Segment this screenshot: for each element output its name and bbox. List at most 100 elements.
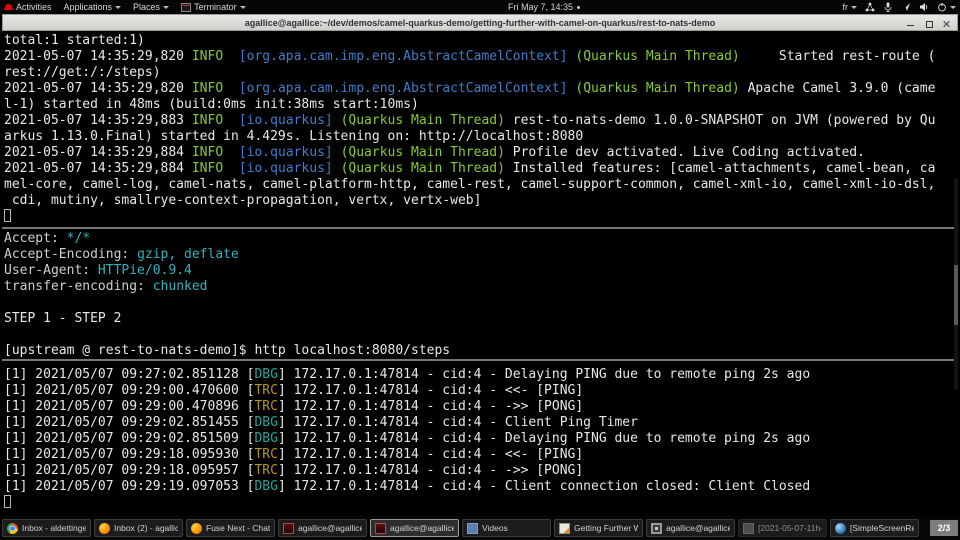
terminal-text: 2021-05-07 14:35:29,820	[4, 49, 192, 64]
terminator-icon	[181, 3, 191, 12]
terminal-text: ] 172.17.0.1:47814 - cid:4 - ->> [PONG]	[278, 463, 583, 478]
terminal-text: rest://get:/:/steps)	[4, 65, 161, 80]
taskbar-item[interactable]: [2021-05-07-11h-Ge...	[738, 519, 827, 537]
applications-menu[interactable]: Applications	[64, 2, 122, 12]
terminal-text: chunked	[153, 279, 208, 294]
terminal-text: cdi, mutiny, smallrye-context-propagatio…	[4, 193, 481, 208]
terminator-app-menu[interactable]: Terminator	[181, 2, 246, 12]
terminal-text: rest-to-nats-demo 1.0.0-SNAPSHOT on JVM …	[505, 113, 935, 128]
terminal-text: (Quarkus Main Thread)	[341, 113, 505, 128]
taskbar-item[interactable]: Inbox (2) - agallice@r...	[94, 519, 183, 537]
taskbar-item[interactable]: Inbox - aldettinger@...	[2, 519, 91, 537]
terminal-line: transfer-encoding: chunked	[4, 279, 958, 295]
terminal-line: total:1 started:1)	[4, 33, 958, 49]
terminal-text: Apache Camel 3.9.0 (came	[740, 81, 936, 96]
terminal-line: [1] 2021/05/07 09:29:02.851509 [DBG] 172…	[4, 431, 958, 447]
taskbar-item[interactable]: Fuse Next - Chat - M...	[186, 519, 275, 537]
terminal-line	[4, 495, 958, 511]
terminal-text: INFO	[192, 145, 223, 160]
activities-label: Activities	[16, 2, 52, 12]
terminal-text: TRC	[254, 447, 277, 462]
taskbar-item[interactable]: Getting Further With...	[554, 519, 643, 537]
terminal-text: ] 172.17.0.1:47814 - cid:4 - Client conn…	[278, 479, 810, 494]
image-dim-icon	[743, 523, 754, 534]
terminator-red-icon	[375, 523, 386, 534]
terminal-text: Profile dev activated. Live Coding activ…	[505, 145, 865, 160]
taskbar-item[interactable]: [SimpleScreenRecord...	[830, 519, 919, 537]
taskbar-item-label: agallice@agallice:~/d...	[666, 523, 730, 533]
minimize-button[interactable]	[906, 19, 915, 28]
clock[interactable]: Fri May 7, 14:35	[508, 2, 580, 12]
terminal-text: [1] 2021/05/07 09:29:19.097053 [	[4, 479, 254, 494]
applications-label: Applications	[64, 2, 113, 12]
taskbar-item-label: agallice@agallice:~/d...	[298, 523, 362, 533]
terminal-line: [1] 2021/05/07 09:29:18.095930 [TRC] 172…	[4, 447, 958, 463]
terminal-text: HTTPie/0.9.4	[98, 263, 192, 278]
terminator-label: Terminator	[194, 2, 237, 12]
volume-icon	[919, 2, 929, 12]
terminal-text: total:1 started:1)	[4, 33, 145, 48]
quarkus-log-pane[interactable]: total:1 started:1)2021-05-07 14:35:29,82…	[2, 31, 958, 227]
terminal-line: rest://get:/:/steps)	[4, 65, 958, 81]
terminal-text: [1] 2021/05/07 09:29:02.851455 [	[4, 415, 254, 430]
terminal-line: l-1) started in 48ms (build:0ms init:38m…	[4, 97, 958, 113]
chevron-down-icon	[240, 6, 246, 9]
terminal-line: 2021-05-07 14:35:29,883 INFO [io.quarkus…	[4, 113, 958, 129]
nats-log-pane[interactable]: [1] 2021/05/07 09:27:02.851128 [DBG] 172…	[2, 361, 958, 511]
keyboard-layout-label: fr	[842, 2, 848, 12]
terminal-body[interactable]: total:1 started:1)2021-05-07 14:35:29,82…	[2, 31, 958, 512]
terminal-text	[333, 145, 341, 160]
terminal-text: INFO	[192, 113, 223, 128]
terminal-text: [io.quarkus]	[239, 161, 333, 176]
terminal-text: (Quarkus Main Thread)	[341, 161, 505, 176]
notification-dot-icon	[577, 6, 580, 9]
terminal-text: [io.quarkus]	[239, 113, 333, 128]
terminal-text: [1] 2021/05/07 09:29:00.470896 [	[4, 399, 254, 414]
terminal-text: gzip, deflate	[137, 247, 239, 262]
scrollbar[interactable]	[954, 179, 958, 389]
terminal-line: [1] 2021/05/07 09:29:02.851455 [DBG] 172…	[4, 415, 958, 431]
terminal-text	[223, 81, 239, 96]
maximize-button[interactable]	[924, 19, 933, 28]
terminal-text: arkus 1.13.0.Final) started in 4.429s. L…	[4, 129, 583, 144]
terminal-text: TRC	[254, 463, 277, 478]
taskbar-item-label: agallice@agallice:~/d...	[390, 523, 454, 533]
terminal-line: cdi, mutiny, smallrye-context-propagatio…	[4, 193, 958, 209]
system-menu[interactable]	[937, 2, 956, 12]
taskbar-item[interactable]: Videos	[462, 519, 551, 537]
terminal-text: ] 172.17.0.1:47814 - cid:4 - ->> [PONG]	[278, 399, 583, 414]
activities-button[interactable]: Activities	[4, 2, 52, 12]
taskbar-item-label: Videos	[482, 523, 508, 533]
taskbar-item-label: [SimpleScreenRecord...	[850, 523, 914, 533]
terminal-text: DBG	[254, 367, 277, 382]
taskbar-item-label: [2021-05-07-11h-Ge...	[758, 523, 822, 533]
terminal-text: [io.quarkus]	[239, 145, 333, 160]
taskbar-item-label: Inbox - aldettinger@...	[22, 523, 86, 533]
terminator-red-icon	[283, 523, 294, 534]
terminal-line: 2021-05-07 14:35:29,820 INFO [org.apa.ca…	[4, 49, 958, 65]
taskbar-item[interactable]: agallice@agallice:~/d...	[278, 519, 367, 537]
workspace-pager[interactable]: 2/3	[930, 520, 958, 536]
terminal-line: [1] 2021/05/07 09:29:19.097053 [DBG] 172…	[4, 479, 958, 495]
taskbar-item[interactable]: agallice@agallice:~/d...	[370, 519, 459, 537]
terminal-line: [1] 2021/05/07 09:29:18.095957 [TRC] 172…	[4, 463, 958, 479]
window-titlebar[interactable]: agallice@agallice:~/dev/demos/camel-quar…	[2, 14, 958, 31]
term-grey-icon	[651, 523, 662, 534]
keyboard-layout-indicator[interactable]: fr	[842, 2, 857, 12]
terminal-text: (Quarkus Main Thread)	[575, 81, 739, 96]
places-menu[interactable]: Places	[133, 2, 169, 12]
clock-text: Fri May 7, 14:35	[508, 2, 573, 12]
terminal-line: [1] 2021/05/07 09:27:02.851128 [DBG] 172…	[4, 367, 958, 383]
scrollbar-thumb[interactable]	[954, 265, 958, 325]
terminal-text: DBG	[254, 415, 277, 430]
terminal-line: Accept-Encoding: gzip, deflate	[4, 247, 958, 263]
terminal-text: Accept-Encoding:	[4, 247, 137, 262]
close-button[interactable]	[942, 19, 951, 28]
taskbar-item[interactable]: agallice@agallice:~/d...	[646, 519, 735, 537]
chevron-down-icon	[950, 6, 956, 9]
terminal-text: [1] 2021/05/07 09:29:18.095930 [	[4, 447, 254, 462]
terminal-text: [org.apa.cam.imp.eng.AbstractCamelContex…	[239, 81, 568, 96]
http-output-pane[interactable]: Accept: */*Accept-Encoding: gzip, deflat…	[2, 229, 958, 359]
terminal-text: STEP 1 - STEP 2	[4, 311, 121, 326]
network-share-icon	[865, 2, 875, 12]
